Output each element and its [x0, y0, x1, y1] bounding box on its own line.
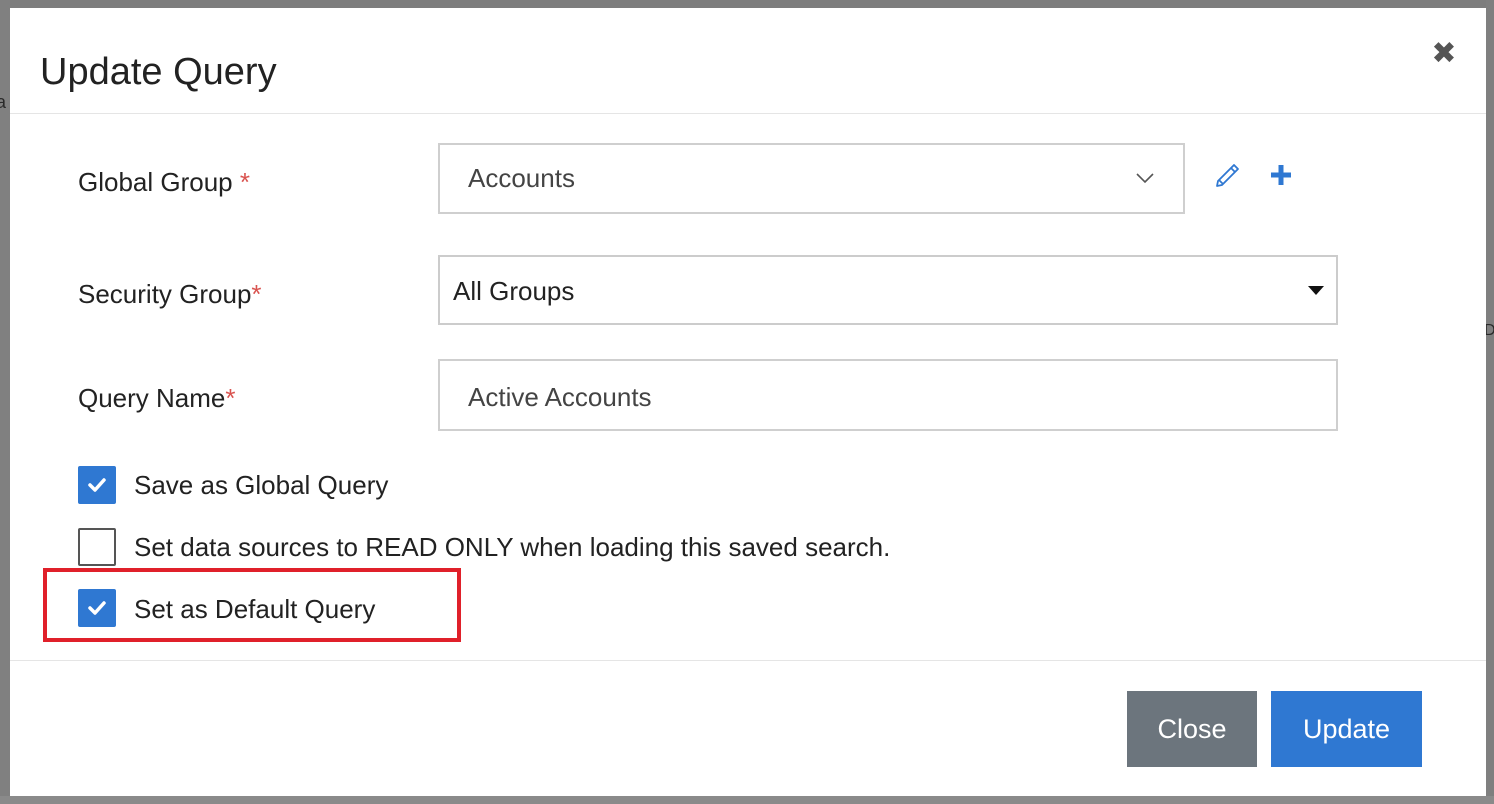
read-only-data-sources-checkbox[interactable] [78, 528, 116, 566]
highlight-annotation-box [43, 568, 461, 642]
required-mark: * [239, 167, 251, 197]
caret-down-icon [1308, 286, 1324, 295]
query-name-input[interactable]: Active Accounts [438, 359, 1338, 431]
required-mark: * [225, 383, 236, 413]
close-icon[interactable]: ✖ [1430, 38, 1458, 70]
background-page-right [1486, 0, 1494, 804]
update-button[interactable]: Update [1271, 691, 1422, 767]
pencil-icon[interactable] [1213, 160, 1243, 190]
checkmark-icon [88, 478, 106, 492]
global-group-label-text: Global Group [78, 167, 233, 197]
footer-divider [10, 660, 1486, 661]
dialog-title: Update Query [40, 51, 277, 93]
dialog-header: Update Query ✖ [10, 8, 1486, 114]
security-group-select[interactable]: All Groups [438, 255, 1338, 325]
security-group-label-text: Security Group [78, 279, 252, 309]
plus-icon[interactable] [1269, 163, 1293, 187]
global-group-value: Accounts [468, 163, 575, 193]
close-button[interactable]: Close [1127, 691, 1257, 767]
global-group-select[interactable]: Accounts [438, 143, 1185, 214]
query-name-label-text: Query Name [78, 383, 226, 413]
global-group-label: Global Group * [78, 166, 250, 198]
update-query-dialog: Update Query ✖ Global Group * Accounts S… [10, 8, 1486, 796]
save-as-global-query-label: Save as Global Query [134, 470, 389, 500]
query-name-label: Query Name* [78, 382, 236, 414]
background-page-left [0, 0, 10, 804]
chevron-down-icon [1136, 173, 1154, 184]
required-mark: * [251, 279, 262, 309]
query-name-value: Active Accounts [468, 382, 652, 412]
background-page-bottom [0, 796, 1494, 804]
security-group-label: Security Group* [78, 278, 262, 310]
background-text-fragment-left: a [0, 92, 7, 112]
security-group-value: All Groups [453, 276, 575, 306]
read-only-data-sources-label: Set data sources to READ ONLY when loadi… [134, 532, 891, 562]
save-as-global-query-checkbox[interactable] [78, 466, 116, 504]
